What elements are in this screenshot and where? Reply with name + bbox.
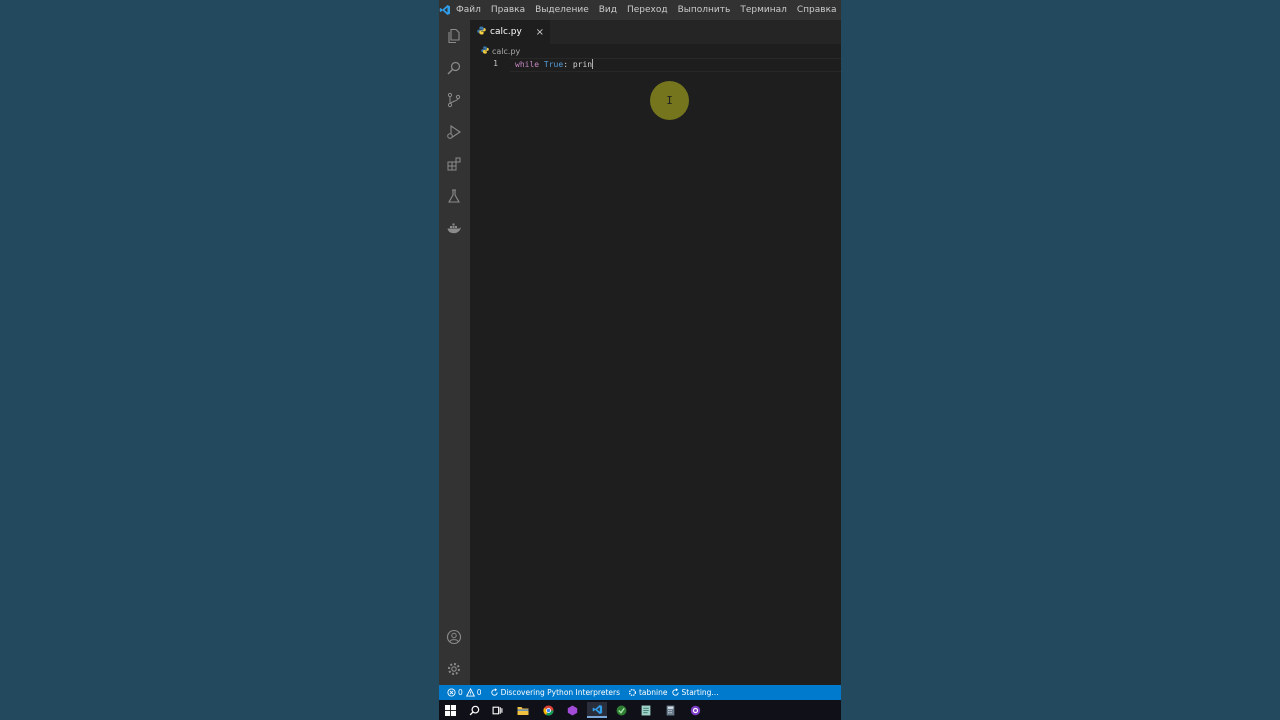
app-icon[interactable] [611, 702, 631, 718]
ibeam-cursor-icon: I [666, 94, 673, 107]
tabnine-label: tabnine [638, 688, 668, 697]
python-file-icon [477, 26, 486, 38]
accounts-icon[interactable] [445, 628, 463, 646]
breadcrumb-file[interactable]: calc.py [492, 47, 520, 56]
tab-label: calc.py [490, 27, 522, 37]
status-bar: 0 0 Discovering Python Interpreters tabn… [439, 685, 841, 700]
breadcrumb: calc.py [470, 44, 841, 58]
testing-icon[interactable] [445, 187, 463, 205]
calculator-icon[interactable] [660, 702, 680, 718]
error-icon [447, 688, 456, 697]
menu-terminal[interactable]: Терминал [735, 0, 792, 20]
tabnine-status-text: Starting... [681, 688, 719, 697]
extensions-icon[interactable] [445, 155, 463, 173]
docker-icon[interactable] [445, 219, 463, 237]
python-status-text: Discovering Python Interpreters [500, 688, 620, 697]
python-file-icon [481, 46, 489, 56]
tab-calc-py[interactable]: calc.py × [470, 20, 550, 44]
run-debug-icon[interactable] [445, 123, 463, 141]
python-interpreter-status[interactable]: Discovering Python Interpreters [490, 688, 620, 697]
code-constant: True [543, 60, 564, 69]
vscode-window: Файл Правка Выделение Вид Переход Выполн… [439, 0, 841, 720]
warning-count: 0 [476, 688, 482, 697]
menu-help[interactable]: Справка [792, 0, 841, 20]
menu-selection[interactable]: Выделение [530, 0, 594, 20]
code-editor[interactable]: 1 while True: prin [470, 58, 841, 685]
menu-file[interactable]: Файл [451, 0, 486, 20]
tabnine-icon [628, 688, 636, 697]
taskbar-search-icon[interactable] [464, 702, 484, 718]
vscode-taskbar-icon[interactable] [587, 702, 607, 718]
code-keyword: while [515, 60, 540, 69]
task-view-icon[interactable] [487, 702, 507, 718]
explorer-icon[interactable] [445, 27, 463, 45]
manage-gear-icon[interactable] [445, 660, 463, 678]
menu-go[interactable]: Переход [622, 0, 673, 20]
sync-icon [490, 688, 498, 696]
problems-indicator[interactable]: 0 0 [447, 688, 482, 697]
windows-taskbar [439, 700, 841, 720]
menu-edit[interactable]: Правка [486, 0, 530, 20]
tabnine-status[interactable]: tabnine Starting... [628, 688, 719, 697]
menu-bar: Файл Правка Выделение Вид Переход Выполн… [439, 0, 841, 20]
tab-close-button[interactable]: × [536, 27, 544, 38]
menu-view[interactable]: Вид [594, 0, 622, 20]
editor-tabs: calc.py × [470, 20, 841, 44]
text-caret [592, 59, 594, 69]
vscode-logo-icon [439, 0, 451, 20]
windows-start-icon[interactable] [440, 702, 460, 718]
activity-bar [439, 20, 470, 685]
notes-icon[interactable] [636, 702, 656, 718]
warning-icon [465, 688, 475, 697]
search-icon[interactable] [445, 59, 463, 77]
file-explorer-icon[interactable] [513, 702, 533, 718]
sync-spin-icon [671, 688, 679, 696]
app-icon[interactable] [562, 702, 582, 718]
menu-run[interactable]: Выполнить [673, 0, 736, 20]
chrome-icon[interactable] [538, 702, 558, 718]
code-rest: : prin [563, 60, 593, 69]
app-icon[interactable] [685, 702, 705, 718]
source-control-icon[interactable] [445, 91, 463, 109]
line-number: 1 [493, 59, 498, 68]
code-line[interactable]: while True: prin [515, 59, 594, 69]
error-count: 0 [458, 688, 463, 697]
mouse-cursor-highlight: I [650, 81, 689, 120]
